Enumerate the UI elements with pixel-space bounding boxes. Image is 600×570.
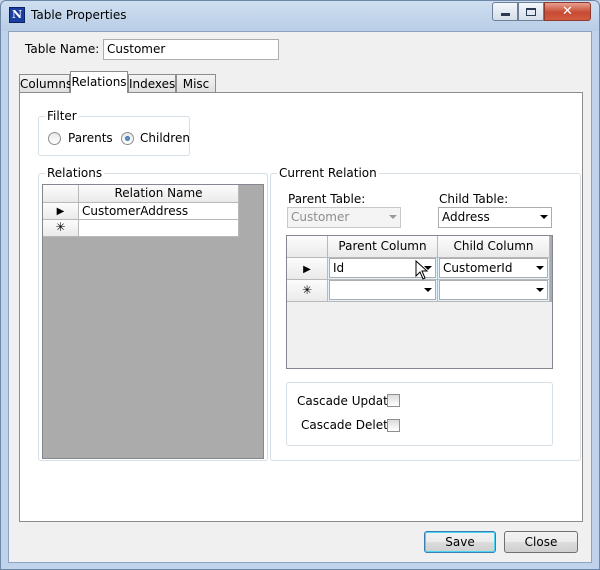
tab-indexes[interactable]: Indexes [128, 74, 176, 93]
relation-row[interactable]: CustomerAddress [79, 203, 239, 220]
chevron-down-icon [536, 266, 544, 270]
child-column-header[interactable]: Child Column [438, 236, 550, 258]
new-child-column-cell[interactable] [438, 280, 550, 302]
title-bar[interactable]: N Table Properties ✕ [1, 1, 599, 31]
new-parent-column-cell[interactable] [328, 280, 438, 302]
table-name-label: Table Name: [25, 42, 100, 56]
tab-misc[interactable]: Misc [176, 74, 216, 93]
table-properties-window: N Table Properties ✕ Table Name: Custome… [0, 0, 600, 570]
children-radio[interactable] [121, 132, 134, 145]
tab-relations[interactable]: Relations [70, 71, 128, 93]
mouse-cursor-icon [415, 260, 429, 280]
child-column-select[interactable]: CustomerId [439, 258, 548, 278]
save-button[interactable]: Save [424, 531, 496, 553]
current-row-indicator[interactable]: ▶ [43, 203, 79, 220]
new-row-indicator[interactable]: ✳ [287, 280, 328, 302]
filter-group-title: Filter [45, 109, 79, 123]
window-title: Table Properties [31, 8, 127, 22]
cascade-delete-checkbox[interactable] [387, 419, 400, 432]
minimize-button[interactable] [492, 2, 518, 21]
column-mapping-grid[interactable]: Parent Column Child Column ▶ Id Customer… [286, 235, 553, 369]
current-row-icon: ▶ [56, 206, 65, 217]
chevron-down-icon [424, 288, 432, 292]
chevron-down-icon [536, 288, 544, 292]
new-row-icon: ✳ [55, 220, 66, 234]
close-button[interactable]: Close [504, 531, 578, 553]
current-relation-group: Current Relation Parent Table: Customer … [270, 166, 581, 461]
app-icon: N [9, 7, 25, 23]
relations-group-title: Relations [45, 166, 105, 180]
parent-column-header[interactable]: Parent Column [328, 236, 438, 258]
cascade-update-checkbox[interactable] [387, 394, 400, 407]
parent-table-value: Customer [291, 210, 350, 224]
maximize-icon [526, 7, 536, 16]
table-name-input[interactable]: Customer [103, 39, 279, 60]
relations-tab-panel: Filter Parents Children Relations Relati… [19, 92, 583, 522]
relations-group: Relations Relation Name ▶ CustomerAddres… [38, 166, 268, 461]
maximize-button[interactable] [518, 2, 544, 21]
filter-group: Filter Parents Children [38, 109, 190, 156]
parent-table-label: Parent Table: [288, 192, 366, 206]
cascade-delete-label: Cascade Delete: [301, 418, 400, 432]
minimize-icon [500, 13, 510, 16]
children-radio-label[interactable]: Children [140, 131, 190, 145]
tab-columns[interactable]: Columns [19, 74, 72, 93]
new-child-column-select[interactable] [439, 280, 548, 300]
chevron-down-icon [540, 215, 548, 219]
chevron-down-icon [389, 215, 397, 219]
relations-grid[interactable]: Relation Name ▶ CustomerAddress ✳ [42, 184, 264, 459]
grid-corner-header [43, 185, 79, 203]
current-relation-title: Current Relation [277, 166, 379, 180]
parent-column-value: Id [333, 261, 345, 275]
parents-radio[interactable] [48, 132, 61, 145]
new-row-icon: ✳ [301, 283, 313, 297]
child-column-cell[interactable]: CustomerId [438, 258, 550, 280]
close-icon: ✕ [562, 4, 573, 19]
new-relation-row[interactable] [79, 220, 239, 237]
parent-table-select: Customer [287, 207, 401, 228]
child-table-label: Child Table: [439, 192, 509, 206]
relation-name-header[interactable]: Relation Name [79, 185, 239, 203]
parents-radio-label[interactable]: Parents [68, 131, 113, 145]
current-row-indicator[interactable]: ▶ [287, 258, 328, 280]
cascade-options-group: Cascade Update: Cascade Delete: [286, 382, 553, 446]
current-row-icon: ▶ [303, 264, 311, 275]
dialog-body: Table Name: Customer Columns Relations I… [8, 31, 592, 563]
close-window-button[interactable]: ✕ [544, 2, 591, 21]
child-column-value: CustomerId [443, 261, 513, 275]
new-row-indicator[interactable]: ✳ [43, 220, 79, 237]
grid-corner-header [287, 236, 328, 258]
child-table-value: Address [442, 210, 490, 224]
grid-empty-area [287, 302, 552, 368]
new-parent-column-select[interactable] [329, 280, 436, 300]
cascade-update-label: Cascade Update: [297, 394, 400, 408]
child-table-select[interactable]: Address [438, 207, 552, 228]
radio-selected-dot [125, 136, 130, 141]
